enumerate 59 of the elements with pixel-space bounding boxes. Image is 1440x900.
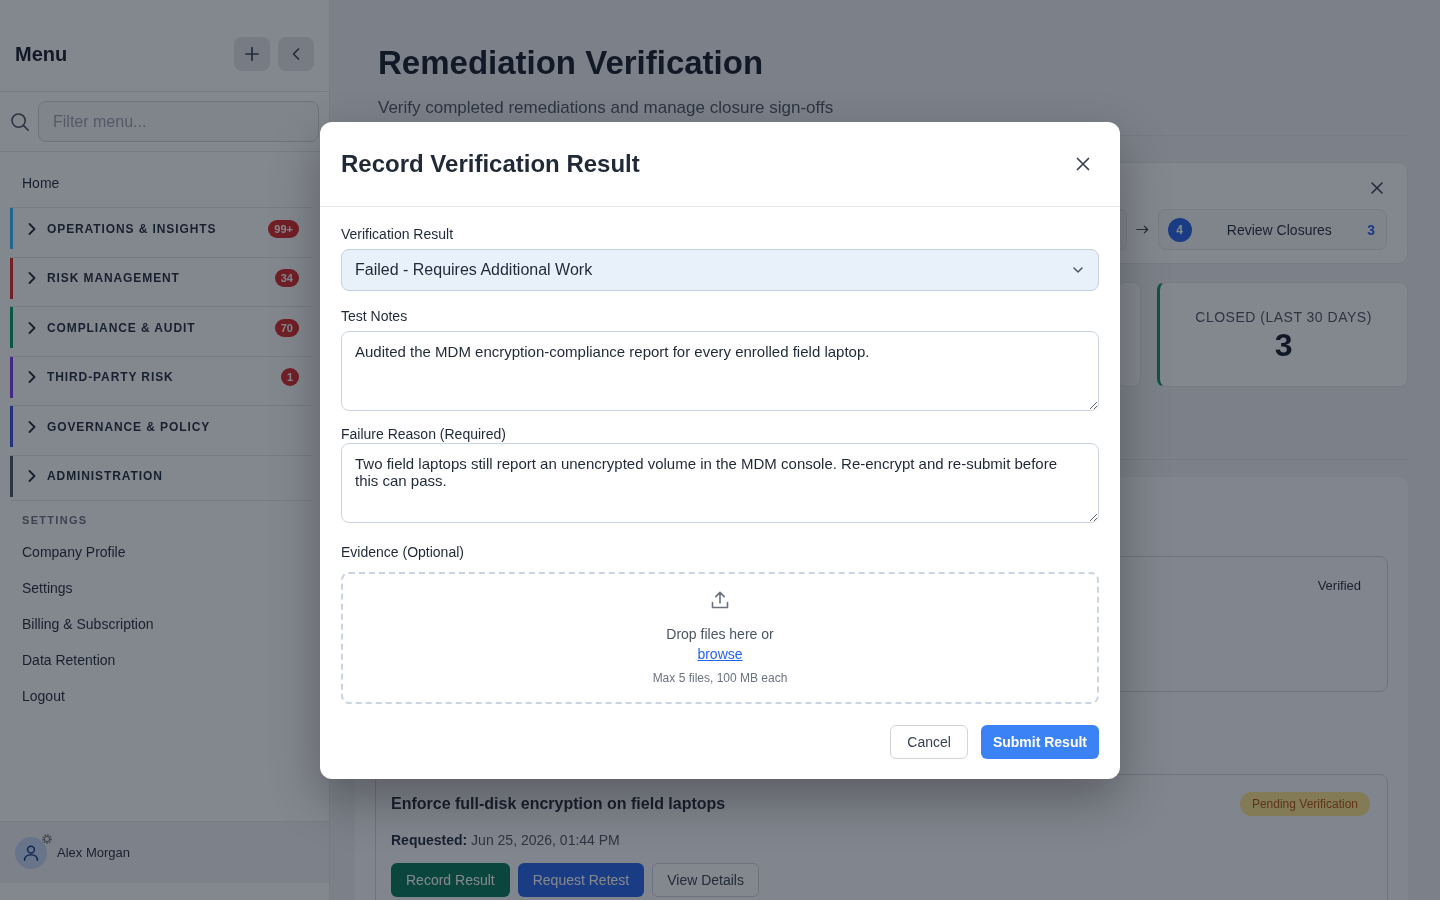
count-badge: 70: [274, 318, 299, 337]
field-label: Verification Result: [341, 224, 455, 243]
nav-link[interactable]: Settings: [0, 570, 95, 607]
nav-group[interactable]: THIRD-PARTY RISK 1: [10, 356, 311, 398]
search-icon: [11, 112, 29, 131]
action-button[interactable]: View Details: [652, 863, 759, 897]
right-arrow-icon: [1135, 225, 1149, 234]
upload-icon: [710, 589, 730, 610]
submit-button[interactable]: Submit Result: [980, 724, 1099, 759]
count-badge: 34: [274, 269, 299, 288]
cancel-button[interactable]: Cancel: [890, 724, 968, 759]
upload-limit-hint: Max 5 files, 100 MB each: [652, 669, 788, 686]
browse-link[interactable]: browse: [697, 643, 743, 664]
nav-group[interactable]: ADMINISTRATION: [10, 455, 311, 497]
stat-label: CLOSED (LAST 30 DAYS): [1194, 308, 1373, 327]
action-button[interactable]: Request Retest: [517, 863, 645, 897]
text-area[interactable]: Audited the MDM encryption-compliance report for every enrolled field laptop.: [341, 330, 1099, 411]
select-field[interactable]: Failed - Requires Additional Work: [341, 248, 1099, 291]
plus-icon: [245, 47, 259, 61]
page-subtitle: Verify completed remediations and manage closure sign-offs: [378, 97, 835, 119]
step-label: Review Closures: [1225, 220, 1333, 239]
dropzone-prompt: Drop files here or: [666, 624, 774, 644]
close-icon: [1076, 156, 1090, 171]
action-button[interactable]: Record Result: [391, 863, 510, 897]
nav-link[interactable]: Logout: [0, 678, 87, 715]
nav-link[interactable]: Billing & Subscription: [0, 606, 176, 643]
field-label: Failure Reason (Required): [341, 424, 507, 443]
field-label: Test Notes: [341, 306, 409, 325]
nav-group[interactable]: OPERATIONS & INSIGHTS 99+: [10, 208, 311, 249]
status-text: Verified: [1317, 577, 1361, 595]
section-heading: SETTINGS: [22, 513, 88, 528]
chevron-down-icon: [1073, 266, 1083, 273]
page-title: Remediation Verification: [378, 43, 765, 83]
nav-group[interactable]: GOVERNANCE & POLICY: [10, 406, 311, 448]
text-area[interactable]: Two field laptops still report an unencrypted volume in the MDM console. Re-encrypt and re-submit before this can pass.: [341, 442, 1099, 523]
add-button[interactable]: [234, 37, 270, 71]
nav-link[interactable]: Data Retention: [0, 642, 138, 679]
nav-group[interactable]: RISK MANAGEMENT 34: [10, 257, 311, 299]
file-dropzone[interactable]: Drop files here or browse Max 5 files, 100 MB each: [341, 571, 1099, 704]
request-date: Requested: Jun 25, 2026, 01:44 PM: [391, 831, 621, 850]
close-icon: [1371, 182, 1383, 194]
field-label: Evidence (Optional): [341, 542, 465, 561]
status-badge: Pending Verification: [1239, 792, 1370, 816]
nav-link[interactable]: Company Profile: [0, 534, 148, 571]
gear-icon[interactable]: [42, 833, 52, 844]
nav-link[interactable]: Home: [0, 164, 82, 202]
menu-title: Menu: [15, 42, 68, 66]
step-count: 3: [1367, 220, 1375, 239]
nav-group[interactable]: COMPLIANCE & AUDIT 70: [10, 307, 311, 349]
modal-title: Record Verification Result: [341, 148, 640, 179]
chevron-left-icon: [292, 48, 300, 60]
stat-value: 3: [1273, 327, 1294, 363]
step-number: 4: [1167, 217, 1192, 242]
user-name: Alex Morgan: [57, 843, 130, 862]
count-badge: 99+: [268, 219, 299, 238]
avatar-icon[interactable]: [15, 836, 47, 869]
request-title: Enforce full-disk encryption on field laptops: [391, 794, 726, 814]
count-badge: 1: [280, 368, 299, 387]
step-card[interactable]: 4 Review Closures 3: [1157, 209, 1387, 250]
